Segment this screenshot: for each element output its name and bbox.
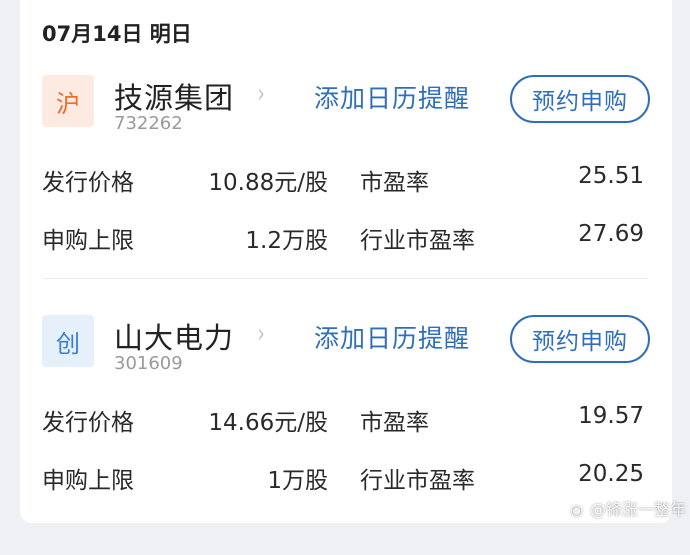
- watermark: ◉ @锋涨一整年: [570, 496, 686, 520]
- divider: [42, 278, 648, 279]
- add-calendar-reminder-link[interactable]: 添加日历提醒: [314, 319, 470, 355]
- stock-code: 732262: [114, 113, 183, 134]
- stock-code: 301609: [114, 353, 183, 374]
- issue-price-label: 发行价格: [42, 410, 134, 436]
- reserve-subscribe-button[interactable]: 预约申购: [510, 315, 650, 363]
- subscribe-limit-label: 申购上限: [42, 468, 134, 494]
- exchange-badge: 创: [42, 315, 94, 367]
- reserve-subscribe-button[interactable]: 预约申购: [510, 75, 650, 123]
- pe-ratio-label: 市盈率: [360, 410, 429, 436]
- industry-pe-label: 行业市盈率: [360, 468, 475, 494]
- issue-price-value: 10.88元/股: [208, 170, 328, 196]
- weibo-icon: ◉: [570, 501, 584, 519]
- industry-pe-value: 27.69: [578, 221, 644, 247]
- chevron-right-icon[interactable]: ›: [258, 79, 265, 109]
- subscribe-limit-value: 1.2万股: [245, 228, 328, 254]
- industry-pe-label: 行业市盈率: [360, 228, 475, 254]
- stock-item: 沪 技源集团 › 732262 添加日历提醒 预约申购 发行价格 10.88元/…: [20, 75, 672, 315]
- chevron-right-icon[interactable]: ›: [258, 319, 265, 349]
- industry-pe-value: 20.25: [578, 461, 644, 487]
- exchange-badge: 沪: [42, 75, 94, 127]
- pe-ratio-label: 市盈率: [360, 170, 429, 196]
- issue-price-label: 发行价格: [42, 170, 134, 196]
- watermark-text: @锋涨一整年: [590, 500, 687, 519]
- date-header: 07月14日 明日: [42, 22, 192, 46]
- subscribe-limit-label: 申购上限: [42, 228, 134, 254]
- stock-name[interactable]: 山大电力: [114, 315, 234, 357]
- subscribe-limit-value: 1万股: [267, 468, 328, 494]
- stock-name[interactable]: 技源集团: [114, 75, 234, 117]
- add-calendar-reminder-link[interactable]: 添加日历提醒: [314, 79, 470, 115]
- ipo-card: 07月14日 明日 沪 技源集团 › 732262 添加日历提醒 预约申购 发行…: [20, 0, 672, 523]
- pe-ratio-value: 25.51: [578, 163, 644, 189]
- issue-price-value: 14.66元/股: [208, 410, 328, 436]
- pe-ratio-value: 19.57: [578, 403, 644, 429]
